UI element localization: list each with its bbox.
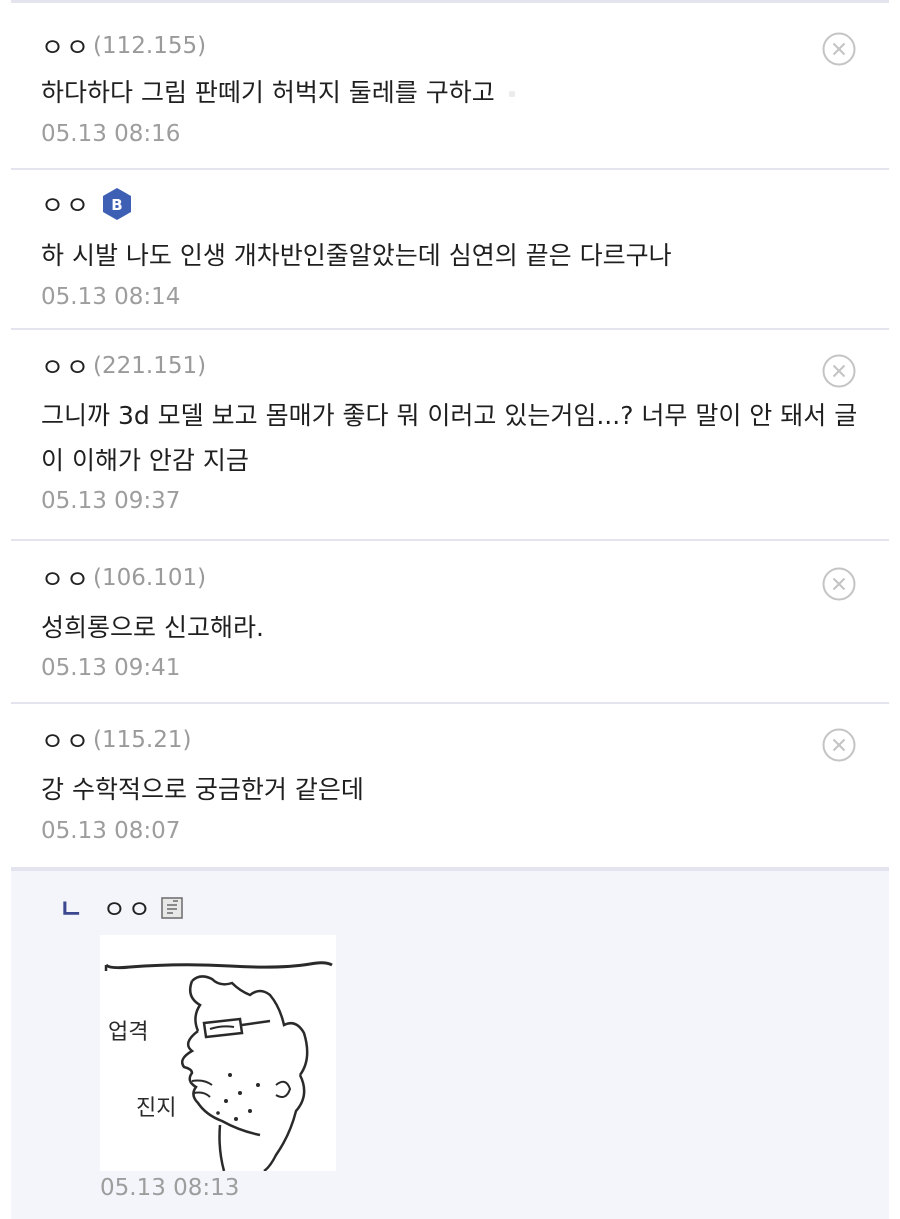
- comment-item: ㅇㅇ (115.21) 강 수학적으로 궁금한거 같은데 05.13 08:07: [11, 704, 889, 869]
- comment-text: 그니까 3d 모델 보고 몸매가 좋다 뭐 이러고 있는거임...? 너무 말이…: [41, 401, 858, 475]
- comment-item: ㅇㅇ (221.151) 그니까 3d 모델 보고 몸매가 좋다 뭐 이러고 있…: [11, 330, 889, 541]
- comment-text-row: 하다하다 그림 판떼기 허벅지 둘레를 구하고: [41, 70, 861, 115]
- comment-nickname[interactable]: ㅇㅇ: [41, 560, 91, 596]
- comment-ip: (106.101): [93, 565, 207, 591]
- comment-ip: (115.21): [93, 727, 192, 753]
- comment-list-screen: ㅇㅇ (112.155) 하다하다 그림 판떼기 허벅지 둘레를 구하고 05.…: [0, 0, 900, 1219]
- comment-time: 05.13 08:13: [100, 1175, 240, 1201]
- comment-text: 하다하다 그림 판떼기 허벅지 둘레를 구하고: [41, 78, 495, 107]
- comment-list: ㅇㅇ (112.155) 하다하다 그림 판떼기 허벅지 둘레를 구하고 05.…: [11, 0, 889, 1219]
- comment-nickname[interactable]: ㅇㅇ: [41, 348, 91, 384]
- comment-header: ㅇㅇ (115.21): [41, 722, 191, 758]
- close-circle-icon[interactable]: [822, 32, 856, 66]
- comment-ip: (112.155): [93, 33, 207, 59]
- comment-nickname[interactable]: ㅇㅇ: [41, 186, 91, 222]
- badge-label: B: [111, 196, 122, 214]
- comment-text: 하 시발 나도 인생 개차반인줄알았는데 심연의 끝은 다르구나: [41, 241, 672, 270]
- comment-item: ㅇㅇ (106.101) 성희롱으로 신고해라. 05.13 09:41: [11, 541, 889, 704]
- comment-header: ㅇㅇ (112.155): [41, 28, 206, 64]
- close-circle-icon[interactable]: [822, 728, 856, 762]
- sketch-label-2: 진지: [136, 1096, 176, 1121]
- sketch-drawing: 업격 진지: [100, 935, 336, 1173]
- comment-nickname[interactable]: ㅇㅇ: [41, 28, 91, 64]
- close-circle-icon[interactable]: [822, 354, 856, 388]
- fixed-nick-icon: [161, 896, 183, 919]
- comment-text: 강 수학적으로 궁금한거 같은데: [41, 775, 364, 804]
- thumbnail-placeholder: [508, 91, 515, 97]
- sketch-label-1: 업격: [108, 1020, 148, 1045]
- reply-marker: ㄴ: [59, 895, 83, 925]
- reply-image-sketch[interactable]: 업격 진지: [100, 935, 336, 1173]
- comment-item: ㅇㅇ B 하 시발 나도 인생 개차반인줄알았는데 심연의 끝은 다르구나 05…: [11, 170, 889, 330]
- comment-item: ㅇㅇ (112.155) 하다하다 그림 판떼기 허벅지 둘레를 구하고 05.…: [11, 6, 889, 170]
- reply-item: ㄴ ㅇㅇ 업격 진지 05.13 08:13: [11, 869, 889, 1219]
- comment-header: ㅇㅇ (106.101): [41, 560, 206, 596]
- comment-time: 05.13 08:07: [41, 818, 181, 844]
- comment-header: ㅇㅇ B: [41, 186, 133, 222]
- badge-icon: B: [103, 188, 132, 220]
- comment-text: 성희롱으로 신고해라.: [41, 613, 264, 642]
- comment-time: 05.13 08:14: [41, 284, 181, 310]
- reply-header: ㄴ ㅇㅇ: [59, 889, 183, 926]
- close-circle-icon[interactable]: [822, 567, 856, 601]
- comment-time: 05.13 08:16: [41, 121, 181, 147]
- comment-time: 05.13 09:41: [41, 655, 181, 681]
- comment-nickname[interactable]: ㅇㅇ: [41, 722, 91, 758]
- comment-header: ㅇㅇ (221.151): [41, 348, 206, 384]
- comment-ip: (221.151): [93, 353, 207, 379]
- comment-time: 05.13 09:37: [41, 488, 181, 514]
- comment-nickname[interactable]: ㅇㅇ: [103, 890, 153, 926]
